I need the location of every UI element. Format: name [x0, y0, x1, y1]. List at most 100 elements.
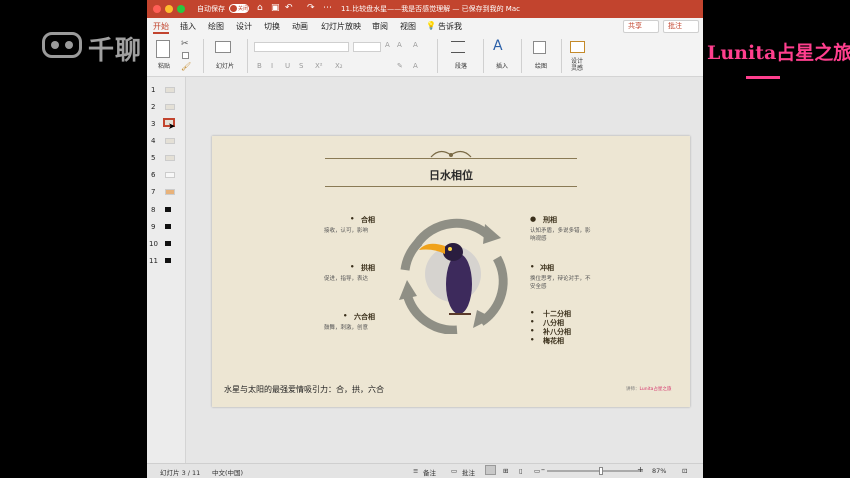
reading-view-icon[interactable]: ▯: [519, 467, 523, 475]
tell-me-search[interactable]: 告诉我: [438, 21, 462, 32]
autosave-toggle[interactable]: 关闭: [229, 4, 249, 13]
slide-thumbnail[interactable]: [165, 207, 171, 212]
slide-thumbnail[interactable]: [165, 189, 175, 195]
share-button[interactable]: 共享: [623, 20, 659, 33]
zoom-slider-thumb[interactable]: [599, 467, 603, 475]
zoom-in-icon[interactable]: +: [637, 465, 644, 474]
paste-icon[interactable]: [156, 40, 170, 58]
slide-thumbnail[interactable]: [165, 172, 175, 178]
undo-icon[interactable]: ↶: [285, 3, 293, 13]
save-icon[interactable]: ▣: [271, 3, 280, 13]
aspect-heading: 冲相: [540, 264, 554, 272]
notes-button[interactable]: 备注: [423, 467, 436, 477]
underline-button[interactable]: U: [285, 62, 290, 70]
aspect-bullet: •: [530, 263, 535, 271]
aspect-bullet: •: [350, 263, 355, 271]
aspect-description: 响观感: [530, 236, 547, 242]
fit-to-window-icon[interactable]: ⊡: [682, 467, 687, 475]
strikethrough-button[interactable]: S: [299, 62, 303, 70]
aspect-bullet: ●: [530, 215, 537, 223]
paste-label: 粘贴: [158, 63, 171, 70]
font-color-icon[interactable]: A: [413, 62, 418, 70]
tab-animations[interactable]: 动画: [292, 21, 308, 32]
increase-font-icon[interactable]: A: [385, 41, 390, 49]
slide-sorter-icon[interactable]: ⊞: [503, 467, 508, 475]
comments-status-icon[interactable]: ▭: [451, 467, 457, 475]
zoom-level[interactable]: 87%: [652, 467, 666, 475]
document-title: 11.比较盘水星——我是否感觉理解 — 已保存到我的 Mac: [341, 5, 520, 13]
slide-thumbnail[interactable]: [165, 258, 171, 263]
font-name-field[interactable]: [254, 42, 349, 52]
share-label: 共享: [628, 22, 642, 30]
tab-view[interactable]: 视图: [400, 21, 416, 32]
draw-shape-icon[interactable]: [533, 41, 546, 54]
aspect-bullet: •: [530, 309, 535, 317]
tab-design[interactable]: 设计: [236, 21, 252, 32]
superscript-button[interactable]: X²: [315, 62, 323, 70]
slide-thumbnail[interactable]: [165, 155, 175, 161]
highlight-icon[interactable]: ✎: [397, 62, 403, 70]
slideshow-view-icon[interactable]: ▭: [534, 467, 540, 475]
paragraph-label: 段落: [455, 63, 468, 70]
zoom-out-icon[interactable]: –: [541, 465, 545, 474]
tab-review[interactable]: 审阅: [372, 21, 388, 32]
slide-thumbnail[interactable]: [165, 241, 171, 246]
notes-icon[interactable]: ≡: [413, 467, 418, 475]
aspect-description: 换位思考，辩论对手，不: [530, 276, 591, 282]
home-icon[interactable]: ⌂: [257, 3, 263, 13]
insert-text-icon[interactable]: A: [493, 38, 503, 54]
format-painter-icon[interactable]: 🖌: [181, 62, 191, 71]
current-slide[interactable]: 日水相位 • 合相 接收，认可，影响 • 拱相 促进，指导，表达 • 六合相 鼓…: [212, 136, 690, 407]
tab-insert[interactable]: 插入: [180, 21, 196, 32]
clear-format-icon[interactable]: A: [413, 41, 418, 49]
toucan-cycle-graphic: [399, 218, 508, 334]
thumbnail-number: 10: [149, 240, 158, 248]
credit-prefix: 讲师：: [626, 387, 640, 392]
tab-transitions[interactable]: 切换: [264, 21, 280, 32]
copy-icon[interactable]: [182, 52, 189, 59]
tab-home[interactable]: 开始: [153, 21, 169, 32]
subscript-button[interactable]: X₂: [335, 62, 343, 70]
thumbnail-number: 9: [151, 223, 156, 231]
brand-underline: [746, 76, 780, 79]
slide-thumbnail[interactable]: [165, 104, 175, 110]
comments-button[interactable]: 批注: [663, 20, 699, 33]
cut-icon[interactable]: ✂: [181, 39, 189, 49]
ribbon-divider: [483, 39, 484, 73]
more-commands-icon[interactable]: ⋯: [323, 3, 332, 13]
aspect-description: 促进，指导，表达: [324, 276, 369, 282]
aspect-heading: 合相: [361, 216, 375, 224]
italic-button[interactable]: I: [271, 62, 273, 70]
thumbnail-number: 1: [151, 86, 156, 94]
close-window-button[interactable]: [153, 5, 161, 13]
credit-name: Lunita占星之旅: [639, 387, 672, 392]
slide-thumbnail[interactable]: [165, 138, 175, 144]
tab-draw[interactable]: 绘图: [208, 21, 224, 32]
slide-thumbnail[interactable]: [165, 224, 171, 229]
language-indicator[interactable]: 中文(中国): [212, 467, 243, 477]
aspect-description: 鼓舞，刺激，创意: [324, 325, 369, 331]
zoom-window-button[interactable]: [177, 5, 185, 13]
bold-button[interactable]: B: [257, 62, 262, 70]
zoom-slider[interactable]: [547, 470, 643, 472]
comments-status-button[interactable]: 批注: [462, 467, 475, 477]
new-slide-icon[interactable]: [215, 41, 231, 53]
minimize-window-button[interactable]: [165, 5, 173, 13]
qianliao-logo-icon: [42, 32, 82, 58]
normal-view-icon[interactable]: [485, 465, 496, 475]
aspect-bullet: •: [350, 215, 355, 223]
thumbnail-number: 5: [151, 154, 156, 162]
font-size-field[interactable]: [353, 42, 381, 52]
insert-label: 插入: [496, 63, 509, 70]
tab-slideshow[interactable]: 幻灯片放映: [321, 21, 361, 32]
designer-icon[interactable]: [570, 41, 585, 53]
ribbon-tabs: [147, 18, 703, 35]
draw-label: 绘图: [535, 63, 548, 70]
decrease-font-icon[interactable]: A: [397, 41, 402, 49]
redo-icon[interactable]: ↷: [307, 3, 315, 13]
aspect-bullet: •: [530, 318, 535, 326]
paragraph-icon[interactable]: [451, 41, 465, 53]
thumbnail-number: 7: [151, 188, 156, 196]
slide-thumbnail[interactable]: [165, 87, 175, 93]
aspect-description: 安全感: [530, 284, 547, 290]
